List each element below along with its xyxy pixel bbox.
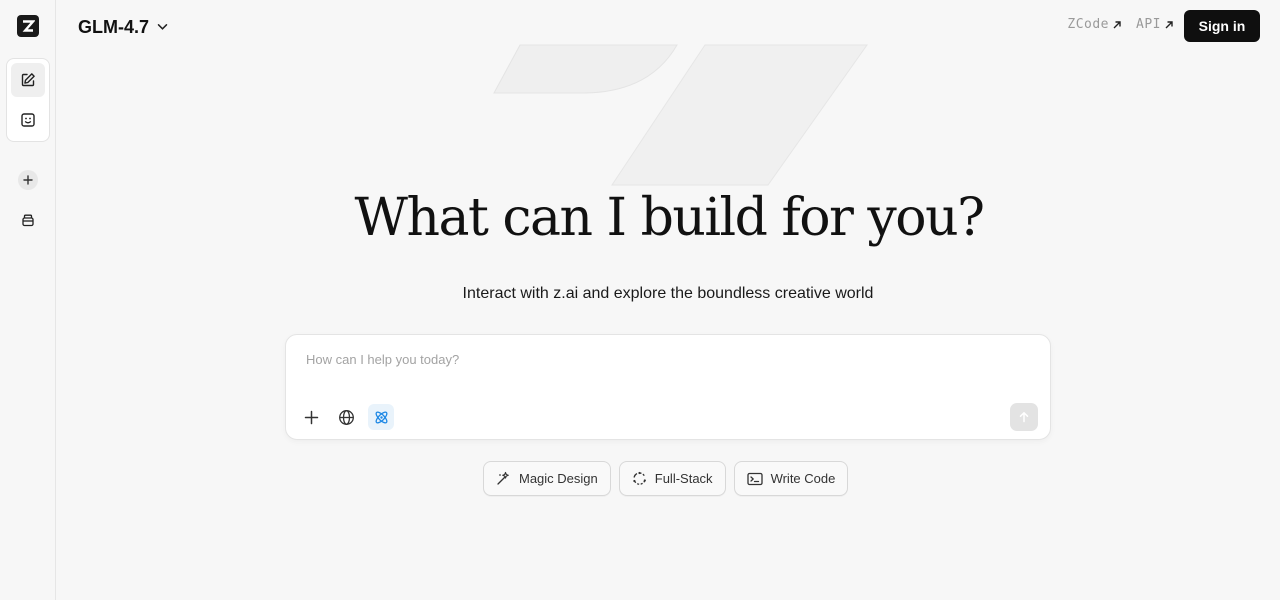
write-code-chip[interactable]: Write Code	[733, 461, 849, 496]
attach-button[interactable]	[298, 404, 324, 430]
plus-icon	[23, 175, 33, 185]
arrow-up-icon	[1019, 412, 1029, 423]
external-arrow-icon	[1165, 20, 1173, 28]
chevron-down-icon	[157, 24, 168, 30]
globe-icon	[338, 409, 354, 425]
external-arrow-icon	[1113, 20, 1121, 28]
zcode-link[interactable]: ZCode	[1067, 17, 1122, 32]
model-selector[interactable]: GLM-4.7	[78, 15, 168, 39]
send-button[interactable]	[1010, 403, 1038, 431]
terminal-icon	[746, 472, 763, 485]
chip-label: Full-Stack	[654, 471, 713, 486]
add-button[interactable]	[18, 170, 38, 190]
top-links: ZCode API	[1067, 17, 1174, 32]
deep-think-toggle[interactable]	[368, 404, 394, 430]
z-logo-icon[interactable]	[17, 15, 39, 37]
hero-subtitle: Interact with z.ai and explore the bound…	[462, 285, 874, 302]
full-stack-chip[interactable]: Full-Stack	[618, 461, 726, 496]
magic-design-chip[interactable]: Magic Design	[483, 461, 611, 496]
magic-wand-icon	[497, 471, 509, 485]
chip-label: Write Code	[770, 471, 836, 486]
background-quote-decoration	[493, 44, 868, 186]
chip-label: Magic Design	[519, 471, 598, 486]
api-link-label: API	[1136, 17, 1161, 32]
composer-card	[285, 334, 1051, 440]
atom-icon	[375, 411, 387, 423]
sign-in-button[interactable]: Sign in	[1184, 10, 1260, 42]
web-search-button[interactable]	[333, 404, 359, 430]
edit-icon	[21, 73, 35, 87]
prompt-input[interactable]	[306, 349, 1006, 369]
model-name: GLM-4.7	[78, 16, 150, 37]
zcode-link-label: ZCode	[1067, 17, 1110, 32]
cycle-icon	[633, 471, 646, 485]
plus-icon	[304, 410, 318, 424]
quick-action-chips: Magic Design Full-Stack Write Code	[483, 461, 849, 496]
new-chat-button[interactable]	[11, 63, 45, 97]
hero-title: What can I build for you?	[354, 188, 985, 248]
agent-face-icon	[21, 113, 35, 127]
agent-button[interactable]	[11, 103, 45, 137]
api-link[interactable]: API	[1136, 17, 1174, 32]
sidebar-tool-group	[6, 58, 50, 142]
